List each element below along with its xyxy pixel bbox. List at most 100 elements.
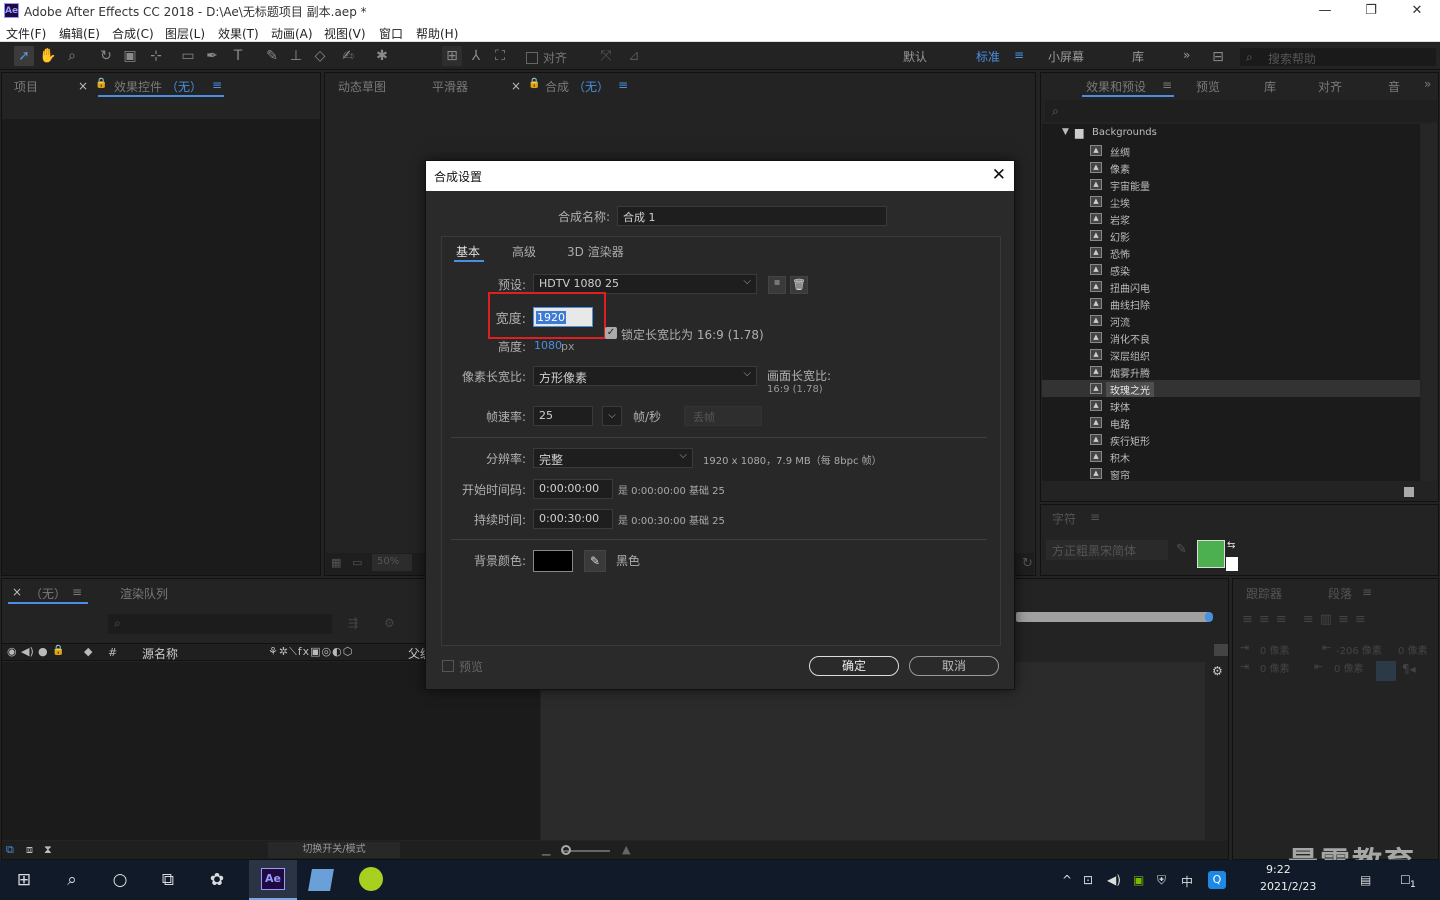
menu-view[interactable]: 视图(V) [324, 25, 366, 42]
effect-preset-item[interactable]: ▲ 电路 [1090, 414, 1420, 431]
workspace-menu-icon[interactable]: ≡ [1014, 48, 1024, 62]
zoom-in-icon[interactable]: ▲ [622, 843, 630, 856]
workspace-standard[interactable]: 标准 [976, 48, 1000, 65]
workspace-small-screen[interactable]: 小屏幕 [1048, 48, 1084, 65]
effects-scrollbar[interactable] [1421, 124, 1437, 481]
effect-preset-item[interactable]: ▲ 疾行矩形 [1090, 431, 1420, 448]
close-tab-icon[interactable]: × [78, 79, 88, 93]
tab-render-queue[interactable]: 渲染队列 [120, 585, 168, 602]
effect-preset-item[interactable]: ▲ 宇宙能量 [1090, 176, 1420, 193]
menu-effect[interactable]: 效果(T) [218, 25, 259, 42]
background-color-swatch[interactable] [533, 550, 573, 572]
task-view-icon[interactable]: ⧉ [156, 868, 180, 892]
effect-preset-item[interactable]: ▲ 丝绸 [1090, 142, 1420, 159]
tray-overflow-icon[interactable]: ^ [1062, 873, 1072, 887]
effect-preset-item[interactable]: ▲ 岩浆 [1090, 210, 1420, 227]
view-axis-icon[interactable]: ⛶ [490, 46, 510, 66]
pinwheel-app-icon[interactable]: ✿ [205, 868, 229, 892]
effect-preset-item[interactable]: ▲ 像素 [1090, 159, 1420, 176]
video-visibility-icon[interactable]: ◉ [7, 645, 17, 658]
menu-animation[interactable]: 动画(A) [271, 25, 313, 42]
tab-align[interactable]: 对齐 [1318, 78, 1342, 95]
menu-edit[interactable]: 编辑(E) [59, 25, 100, 42]
effect-preset-item[interactable]: ▲ 深层组织 [1090, 346, 1420, 363]
expand-layer-switches-icon[interactable]: ⧉ [6, 843, 14, 857]
puppet-tool-icon[interactable]: ✱ [372, 46, 392, 66]
zoom-dropdown[interactable]: 50% [372, 554, 412, 571]
roto-brush-tool-icon[interactable]: ✍ [338, 46, 358, 66]
lock-aspect-checkbox[interactable]: ✓ [605, 327, 617, 339]
effect-preset-item[interactable]: ▲ 烟雾升腾 [1090, 363, 1420, 380]
comp-button-icon[interactable]: ⚙ [1212, 664, 1223, 678]
zoom-tool-icon[interactable]: ⌕ [62, 46, 82, 66]
character-menu-icon[interactable]: ≡ [1090, 510, 1100, 524]
security-shield-icon[interactable]: ⛨ [1157, 873, 1166, 888]
indent-first-value[interactable]: -206 像素 [1336, 642, 1382, 657]
cancel-button[interactable]: 取消 [909, 656, 999, 676]
new-folder-icon[interactable] [1404, 487, 1414, 497]
qq-browser-icon[interactable]: Q [1208, 871, 1226, 889]
tab-basic[interactable]: 基本 [456, 243, 480, 260]
column-source-name[interactable]: 源名称 [142, 645, 178, 662]
fill-color-swatch[interactable] [1197, 540, 1225, 568]
width-input[interactable]: 1920 [533, 307, 593, 327]
work-area-bar[interactable] [1016, 612, 1210, 622]
frame-rate-chevron-down-icon[interactable]: ⌵ [602, 406, 622, 426]
start-timecode-input[interactable]: 0:00:00:00 [533, 479, 613, 499]
comp-flowchart-icon[interactable]: ⇶ [348, 616, 358, 630]
close-comp-tab-icon[interactable]: × [511, 79, 521, 93]
rotate-tool-icon[interactable]: ↻ [96, 46, 116, 66]
font-family-dropdown[interactable]: 方正粗黑宋简体 [1046, 540, 1168, 560]
type-tool-icon[interactable]: T [228, 46, 248, 66]
tab-effects-presets[interactable]: 效果和预设 [1086, 78, 1146, 95]
notes-icon[interactable]: ▤ [1360, 873, 1371, 887]
workspace-library[interactable]: 库 [1132, 48, 1144, 65]
stroke-color-swatch[interactable] [1225, 556, 1239, 572]
indent-right-value[interactable]: 0 像素 [1398, 642, 1428, 657]
dialog-close-icon[interactable]: ✕ [992, 165, 1006, 185]
effect-preset-item[interactable]: ▲ 玫瑰之光 [1090, 380, 1420, 397]
timeline-search-input[interactable] [108, 614, 332, 634]
eraser-tool-icon[interactable]: ◇ [310, 46, 330, 66]
panel-menu-icon[interactable]: ≡ [212, 78, 222, 92]
effects-search-input[interactable] [1045, 100, 1437, 122]
rectangle-tool-icon[interactable]: ▭ [178, 46, 198, 66]
drop-frame-dropdown[interactable]: 丢帧 [684, 406, 762, 426]
ime-indicator[interactable]: 中 [1181, 873, 1193, 890]
menu-help[interactable]: 帮助(H) [416, 25, 458, 42]
volume-icon[interactable]: ◀) [1107, 873, 1121, 887]
tab-audio[interactable]: 音 [1388, 78, 1400, 95]
pen-tool-icon[interactable]: ✒ [202, 46, 222, 66]
pixel-aspect-dropdown[interactable]: 方形像素 ⌵ [533, 366, 757, 386]
eyedropper-icon[interactable]: ✎ [1176, 542, 1187, 557]
clock-time[interactable]: 9:22 [1266, 863, 1291, 876]
tab-effect-controls[interactable]: 效果控件 [114, 78, 162, 95]
lock-icon[interactable]: 🔒 [95, 78, 107, 89]
align-checkbox[interactable] [526, 52, 538, 64]
workspace-more-icon[interactable]: » [1183, 48, 1190, 62]
effect-preset-item[interactable]: ▲ 消化不良 [1090, 329, 1420, 346]
swap-colors-icon[interactable]: ⇆ [1227, 540, 1235, 551]
clone-stamp-tool-icon[interactable]: ⊥ [286, 46, 306, 66]
space-before-value[interactable]: 0 像素 [1260, 660, 1290, 675]
effect-preset-item[interactable]: ▲ 积木 [1090, 448, 1420, 465]
lock-layer-icon[interactable]: 🔒 [52, 645, 64, 656]
local-axis-icon[interactable]: ⊞ [442, 46, 462, 66]
snap-option-icon[interactable]: ⊿ [624, 46, 644, 66]
ltr-direction-icon[interactable] [1376, 661, 1396, 681]
preview-checkbox[interactable] [442, 660, 454, 672]
preset-dropdown[interactable]: HDTV 1080 25 ⌵ [533, 274, 757, 294]
comp-panel-menu-icon[interactable]: ≡ [618, 78, 628, 92]
melon-app-icon[interactable] [359, 867, 383, 891]
tab-motion-sketch[interactable]: 动态草图 [338, 78, 386, 95]
effect-preset-item[interactable]: ▲ 河流 [1090, 312, 1420, 329]
effect-preset-item[interactable]: ▲ 球体 [1090, 397, 1420, 414]
clock-date[interactable]: 2021/2/23 [1260, 880, 1316, 893]
menu-window[interactable]: 窗口 [379, 25, 403, 42]
folder-backgrounds[interactable]: Backgrounds [1092, 127, 1157, 138]
tab-library[interactable]: 库 [1264, 78, 1276, 95]
effects-menu-icon[interactable]: ≡ [1162, 78, 1172, 92]
windows-start-icon[interactable]: ⊞ [12, 868, 36, 892]
notepad-app-icon[interactable] [308, 869, 334, 891]
paragraph-menu-icon[interactable]: ≡ [1362, 585, 1372, 599]
